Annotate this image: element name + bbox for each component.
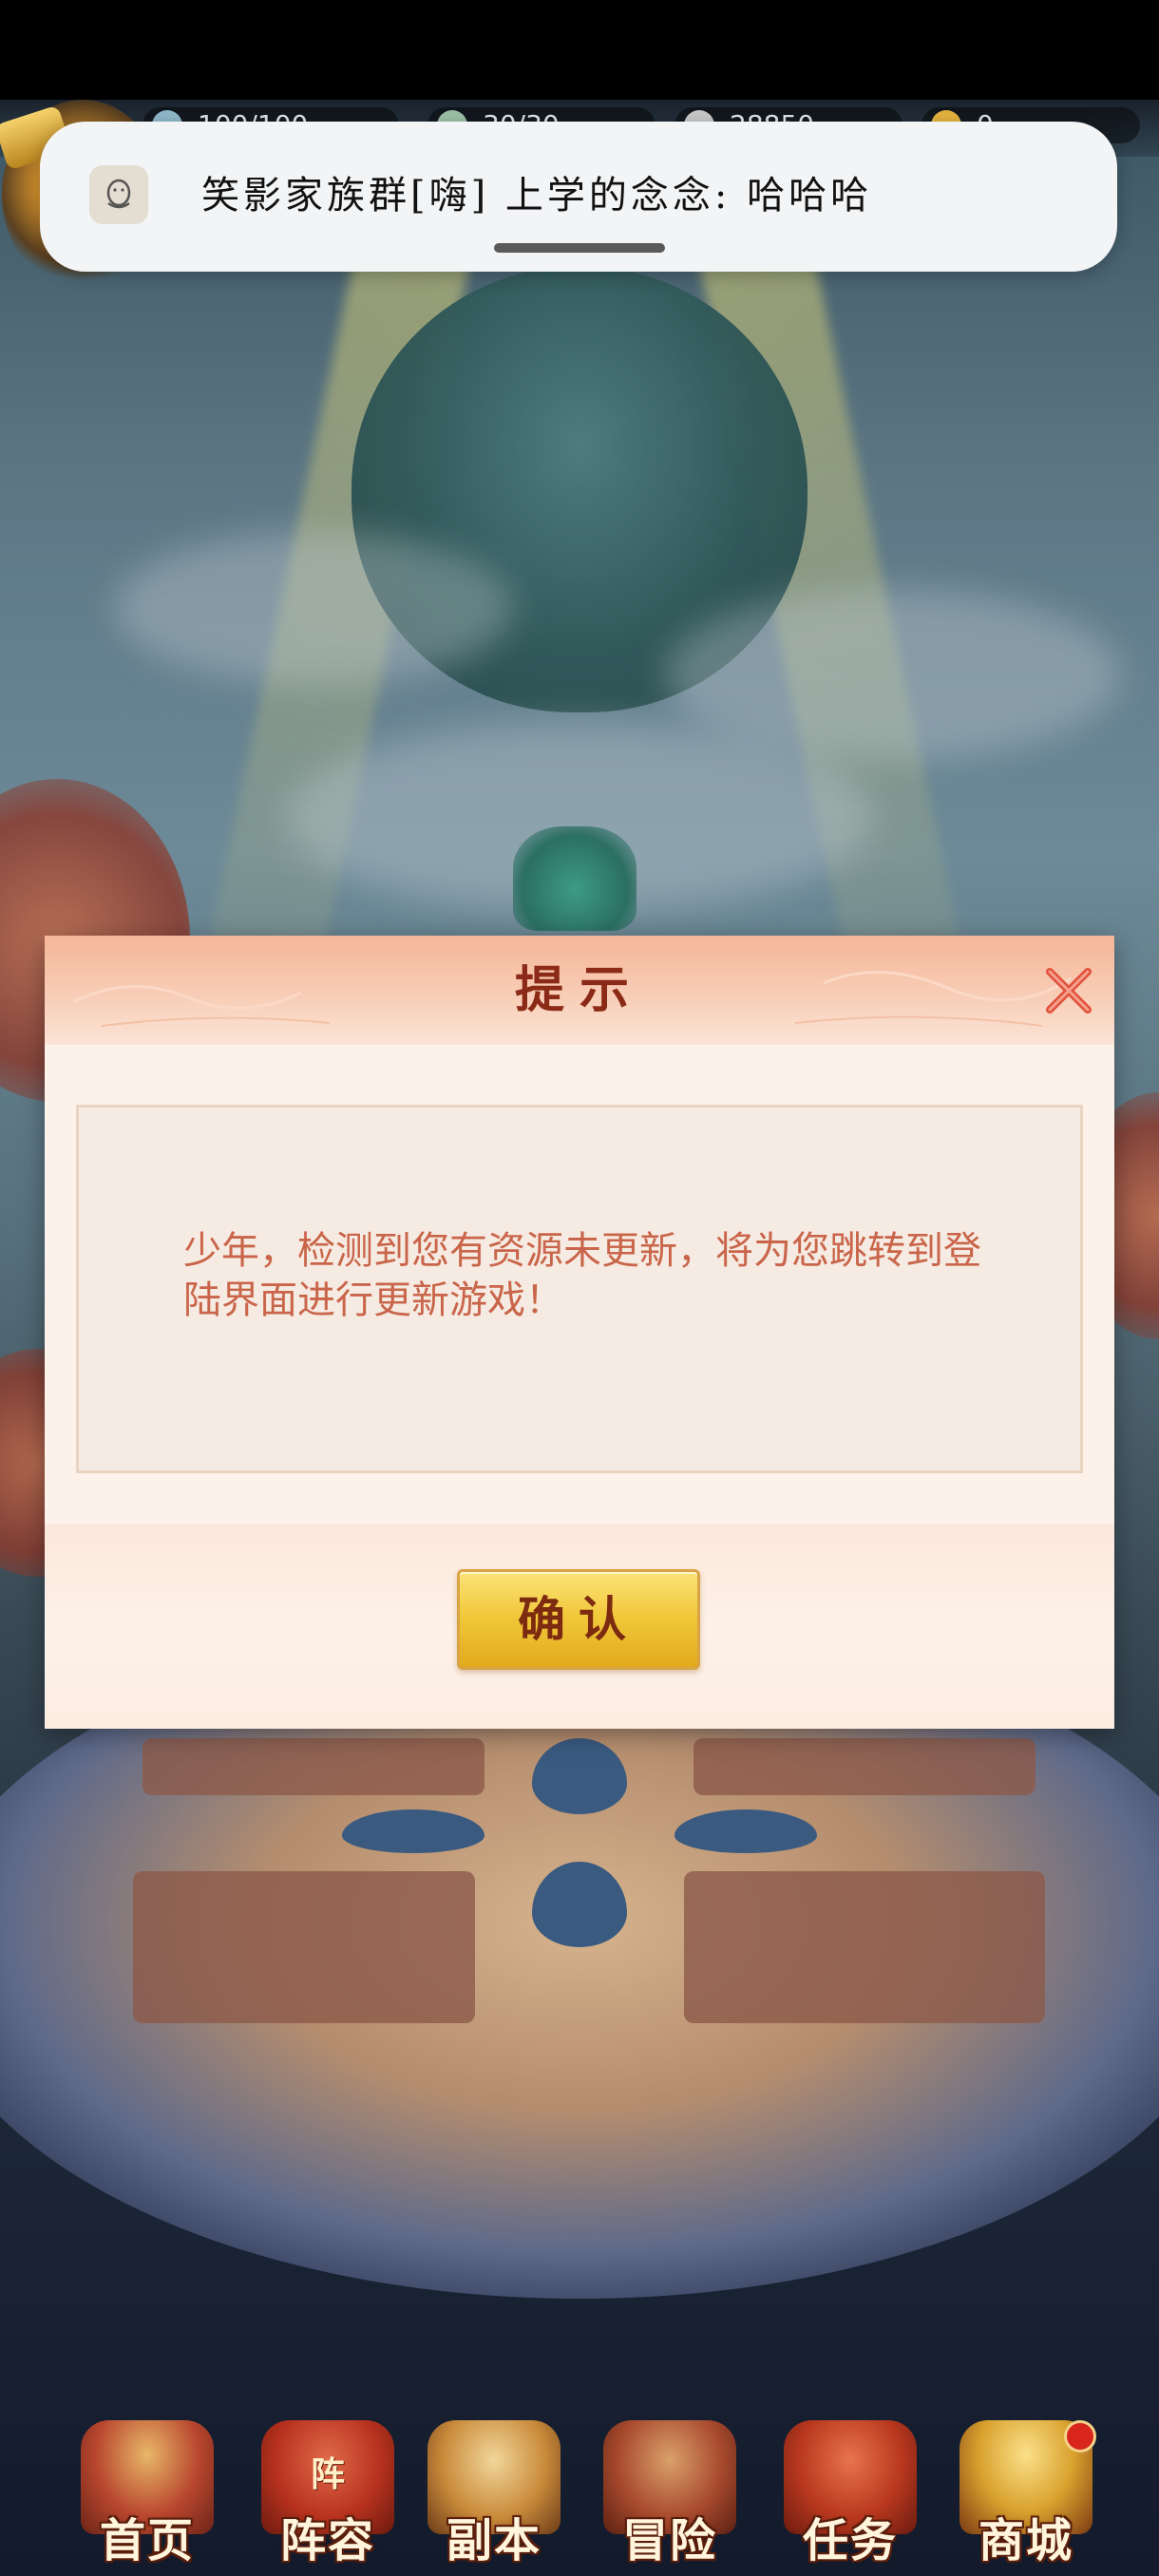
shop-notification-dot	[1064, 2420, 1096, 2453]
notification-text: 笑影家族群[嗨] 上学的念念: 哈哈哈	[201, 174, 873, 218]
game-screen: 100/100 30/30 28850 0	[0, 0, 1159, 2576]
platform-block	[684, 1871, 1045, 2023]
close-icon[interactable]	[1042, 964, 1095, 1017]
nav-shop-sub	[988, 2441, 1064, 2508]
platform-block	[142, 1738, 484, 1795]
nav-shop-label: 商城	[978, 2514, 1074, 2567]
bottom-nav: 首页 阵 阵容 副本 冒险 任务 商城	[0, 2403, 1159, 2576]
nav-lineup-sub: 阵	[310, 2454, 345, 2494]
dialog-header: 提示	[45, 936, 1114, 1045]
mist	[665, 589, 1121, 760]
dialog-content-box: 少年，检测到您有资源未更新，将为您跳转到登陆界面进行更新游戏！	[76, 1105, 1083, 1473]
nav-home[interactable]: 首页	[57, 2403, 238, 2576]
nav-adventure[interactable]: 冒险	[580, 2403, 760, 2576]
nav-adventure-sub	[632, 2441, 708, 2508]
mist	[114, 532, 513, 684]
platform-block	[133, 1871, 475, 2023]
nav-home-label: 首页	[99, 2514, 195, 2567]
penguin-icon	[89, 165, 148, 224]
prompt-dialog: 提示 少年，检测到您有资源未更新，将为您跳转到登陆界面进行更新游戏！ 确认	[45, 936, 1114, 1729]
notification-banner[interactable]: 笑影家族群[嗨] 上学的念念: 哈哈哈	[40, 122, 1117, 272]
status-bar	[0, 0, 1159, 100]
dialog-title: 提示	[514, 961, 644, 1019]
nav-tasks-label: 任务	[802, 2514, 898, 2567]
nav-tasks-sub	[812, 2441, 888, 2508]
nav-home-sub	[109, 2441, 185, 2508]
nav-tasks[interactable]: 任务	[760, 2403, 940, 2576]
nav-adventure-label: 冒险	[621, 2514, 717, 2567]
confirm-button[interactable]: 确认	[457, 1569, 700, 1670]
nav-lineup[interactable]: 阵 阵容	[238, 2403, 418, 2576]
platform-drop	[342, 1809, 484, 1853]
nav-lineup-label: 阵容	[279, 2514, 375, 2567]
notification-handle[interactable]	[494, 243, 665, 253]
platform-drop	[674, 1809, 817, 1853]
nav-dungeon-sub	[456, 2441, 532, 2508]
nav-dungeon[interactable]: 副本	[404, 2403, 584, 2576]
dialog-message: 少年，检测到您有资源未更新，将为您跳转到登陆界面进行更新游戏！	[183, 1229, 981, 1322]
pagoda	[513, 826, 636, 931]
nav-dungeon-label: 副本	[446, 2514, 542, 2567]
platform-block	[694, 1738, 1036, 1795]
